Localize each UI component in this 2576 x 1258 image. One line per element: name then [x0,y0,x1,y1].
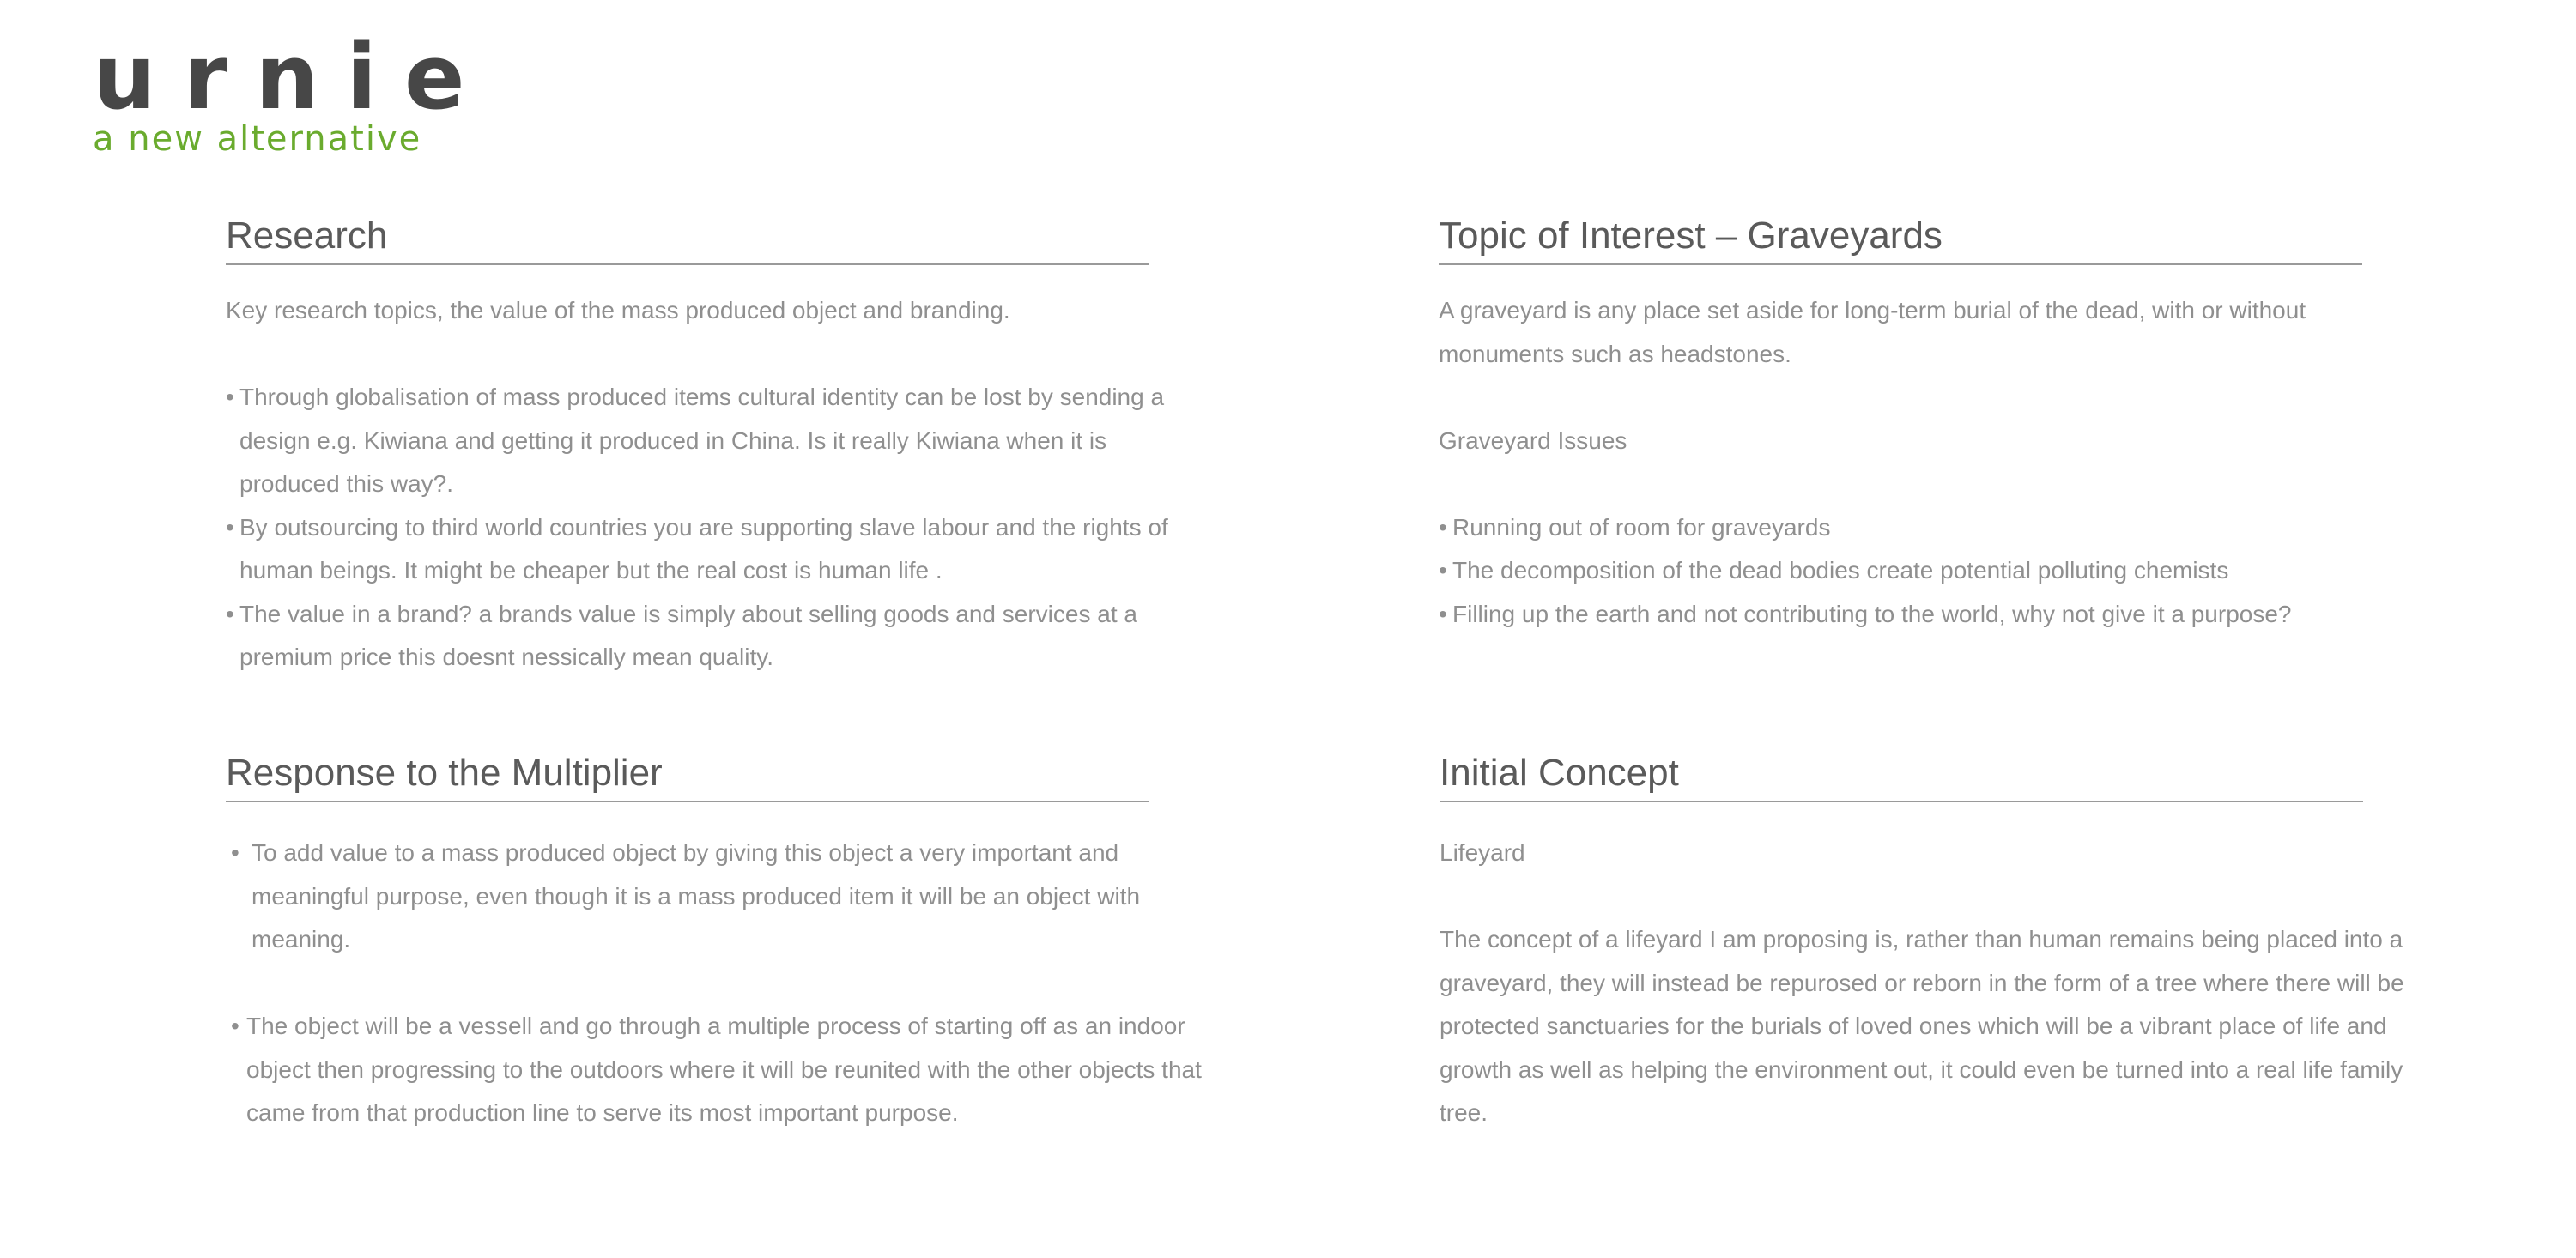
research-bullet: • Through globalisation of mass produced … [226,384,1165,497]
concept-section: Initial Concept Lifeyard The concept of … [1440,751,2427,1135]
concept-paragraph: The concept of a lifeyard I am proposing… [1440,926,2404,1126]
topic-subheading: Graveyard Issues [1439,426,1627,454]
research-section: Research Key research topics, the value … [226,214,1213,680]
response-heading: Response to the Multiplier [226,751,1149,802]
response-bullet: • To add value to a mass produced object … [231,839,1141,953]
topic-bullet: • Running out of room for graveyards [1439,513,1831,541]
research-bullet: • The value in a brand? a brands value is… [226,600,1137,671]
concept-body: Lifeyard The concept of a lifeyard I am … [1440,832,2427,1135]
topic-body: A graveyard is any place set aside for l… [1439,289,2383,636]
topic-section: Topic of Interest – Graveyards A graveya… [1439,214,2383,636]
topic-intro: A graveyard is any place set aside for l… [1439,297,2306,367]
brand-logo: urnie a new alternative [93,25,493,158]
research-heading: Research [226,214,1149,265]
research-body: Key research topics, the value of the ma… [226,289,1213,680]
response-bullet: • The object will be a vessell and go thr… [231,1013,1202,1126]
topic-heading: Topic of Interest – Graveyards [1439,214,2362,265]
topic-bullet: • The decomposition of the dead bodies cr… [1439,557,2229,584]
research-intro: Key research topics, the value of the ma… [226,297,1010,324]
response-body: • To add value to a mass produced object … [226,832,1213,1135]
response-section: Response to the Multiplier • To add value… [226,751,1213,1135]
concept-heading: Initial Concept [1440,751,2363,802]
concept-subheading: Lifeyard [1440,839,1525,866]
research-bullet: • By outsourcing to third world countries… [226,513,1168,584]
topic-bullet: • Filling up the earth and not contributi… [1439,600,2292,627]
logo-wordmark: urnie [93,25,493,130]
